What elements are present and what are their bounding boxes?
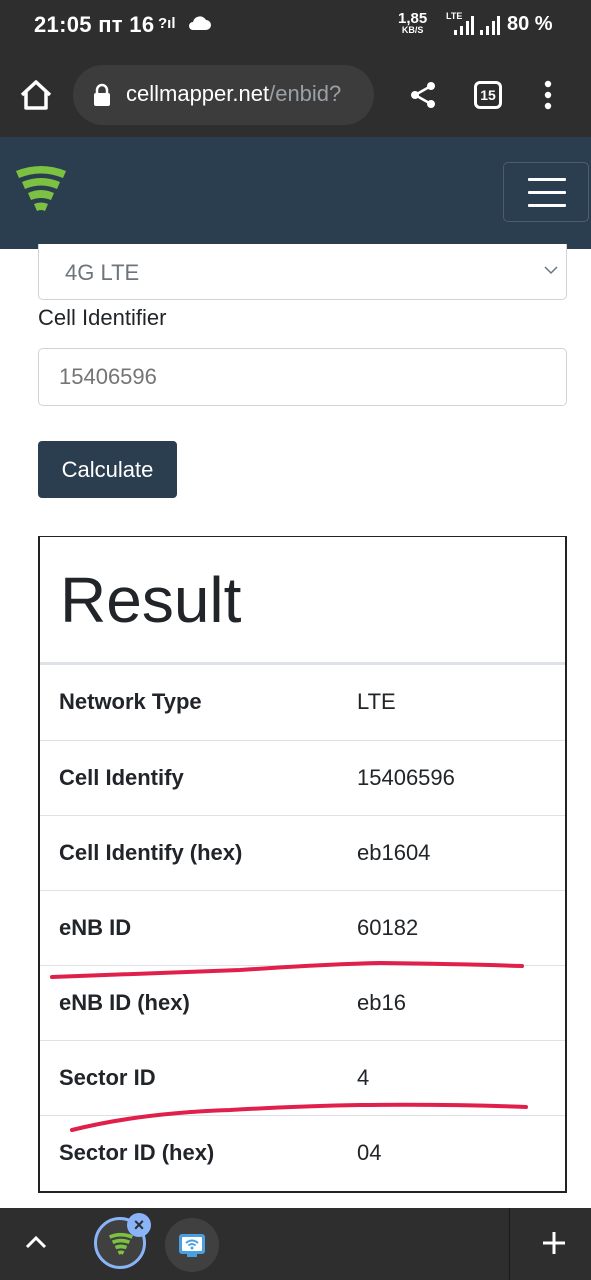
plus-icon[interactable] — [541, 1230, 567, 1256]
row-value: 60182 — [357, 889, 565, 965]
result-card: Result Network Type LTE Cell Identify 1540… — [38, 536, 567, 1193]
bottom-tab-bar: × — [0, 1208, 591, 1280]
table-row: Cell Identify 15406596 — [40, 739, 565, 815]
table-row: Sector ID 4 — [40, 1039, 565, 1115]
lock-icon — [94, 83, 110, 106]
table-row: Network Type LTE — [40, 665, 565, 740]
wifi-app-icon — [179, 1234, 205, 1257]
signal-icon: ?ıl — [158, 15, 176, 32]
site-navbar — [0, 137, 591, 249]
divider — [509, 1208, 510, 1280]
cellmapper-logo-icon — [108, 1232, 134, 1255]
network-type-value: 4G LTE — [65, 260, 140, 285]
row-key: Network Type — [59, 689, 202, 715]
table-row: eNB ID 60182 — [40, 889, 565, 965]
row-key: Cell Identify — [40, 739, 357, 815]
row-value: eb1604 — [357, 814, 565, 890]
home-icon[interactable] — [18, 78, 54, 112]
battery-level: 80 % — [507, 13, 553, 35]
result-title: Result — [60, 564, 242, 636]
more-vert-icon[interactable] — [540, 80, 556, 110]
wifi-app-tab-button[interactable] — [165, 1218, 219, 1272]
row-key: Sector ID — [40, 1039, 357, 1115]
row-value: 4 — [357, 1039, 565, 1115]
row-key: eNB ID (hex) — [40, 964, 357, 1040]
chevron-down-icon — [544, 266, 558, 275]
browser-toolbar: cellmapper.net/enbid? 15 — [0, 52, 591, 137]
status-bar: 21:05 пт 16 ?ıl 1,85 KB/S LTE 80 % — [0, 0, 591, 52]
share-icon[interactable] — [408, 80, 438, 110]
row-value: eb16 — [357, 964, 565, 1040]
table-row: eNB ID (hex) eb16 — [40, 964, 565, 1040]
cell-identifier-input[interactable] — [38, 348, 567, 406]
tab-switcher-button[interactable]: 15 — [474, 81, 502, 109]
result-header: Result — [40, 537, 565, 665]
row-key: eNB ID — [40, 889, 357, 965]
close-icon[interactable]: × — [127, 1213, 151, 1237]
row-value: LTE — [357, 689, 396, 715]
result-table: Network Type LTE Cell Identify 15406596 Ce… — [40, 665, 565, 1190]
row-key: Sector ID (hex) — [40, 1114, 357, 1190]
network-speed: 1,85 KB/S — [398, 10, 428, 35]
signal-bars-icon-2 — [480, 16, 500, 35]
calculate-button[interactable]: Calculate — [38, 441, 177, 498]
cloud-icon — [189, 16, 211, 30]
row-value: 15406596 — [357, 739, 565, 815]
chevron-up-icon[interactable] — [24, 1234, 48, 1250]
cell-identifier-label: Cell Identifier — [38, 305, 167, 330]
signal-bars-icon — [454, 16, 474, 35]
hamburger-icon — [528, 178, 566, 181]
row-key: Cell Identify (hex) — [40, 814, 357, 890]
cellmapper-logo-icon[interactable] — [14, 163, 68, 215]
address-bar[interactable]: cellmapper.net/enbid? — [73, 65, 374, 125]
url-text: cellmapper.net/enbid? — [126, 81, 342, 106]
row-value: 04 — [357, 1114, 565, 1190]
network-type-select[interactable]: 4G LTE — [38, 244, 567, 300]
table-row: Cell Identify (hex) eb1604 — [40, 814, 565, 890]
hamburger-menu-button[interactable] — [503, 162, 589, 222]
table-row: Sector ID (hex) 04 — [40, 1114, 565, 1190]
status-time: 21:05 пт 16 — [34, 12, 155, 37]
